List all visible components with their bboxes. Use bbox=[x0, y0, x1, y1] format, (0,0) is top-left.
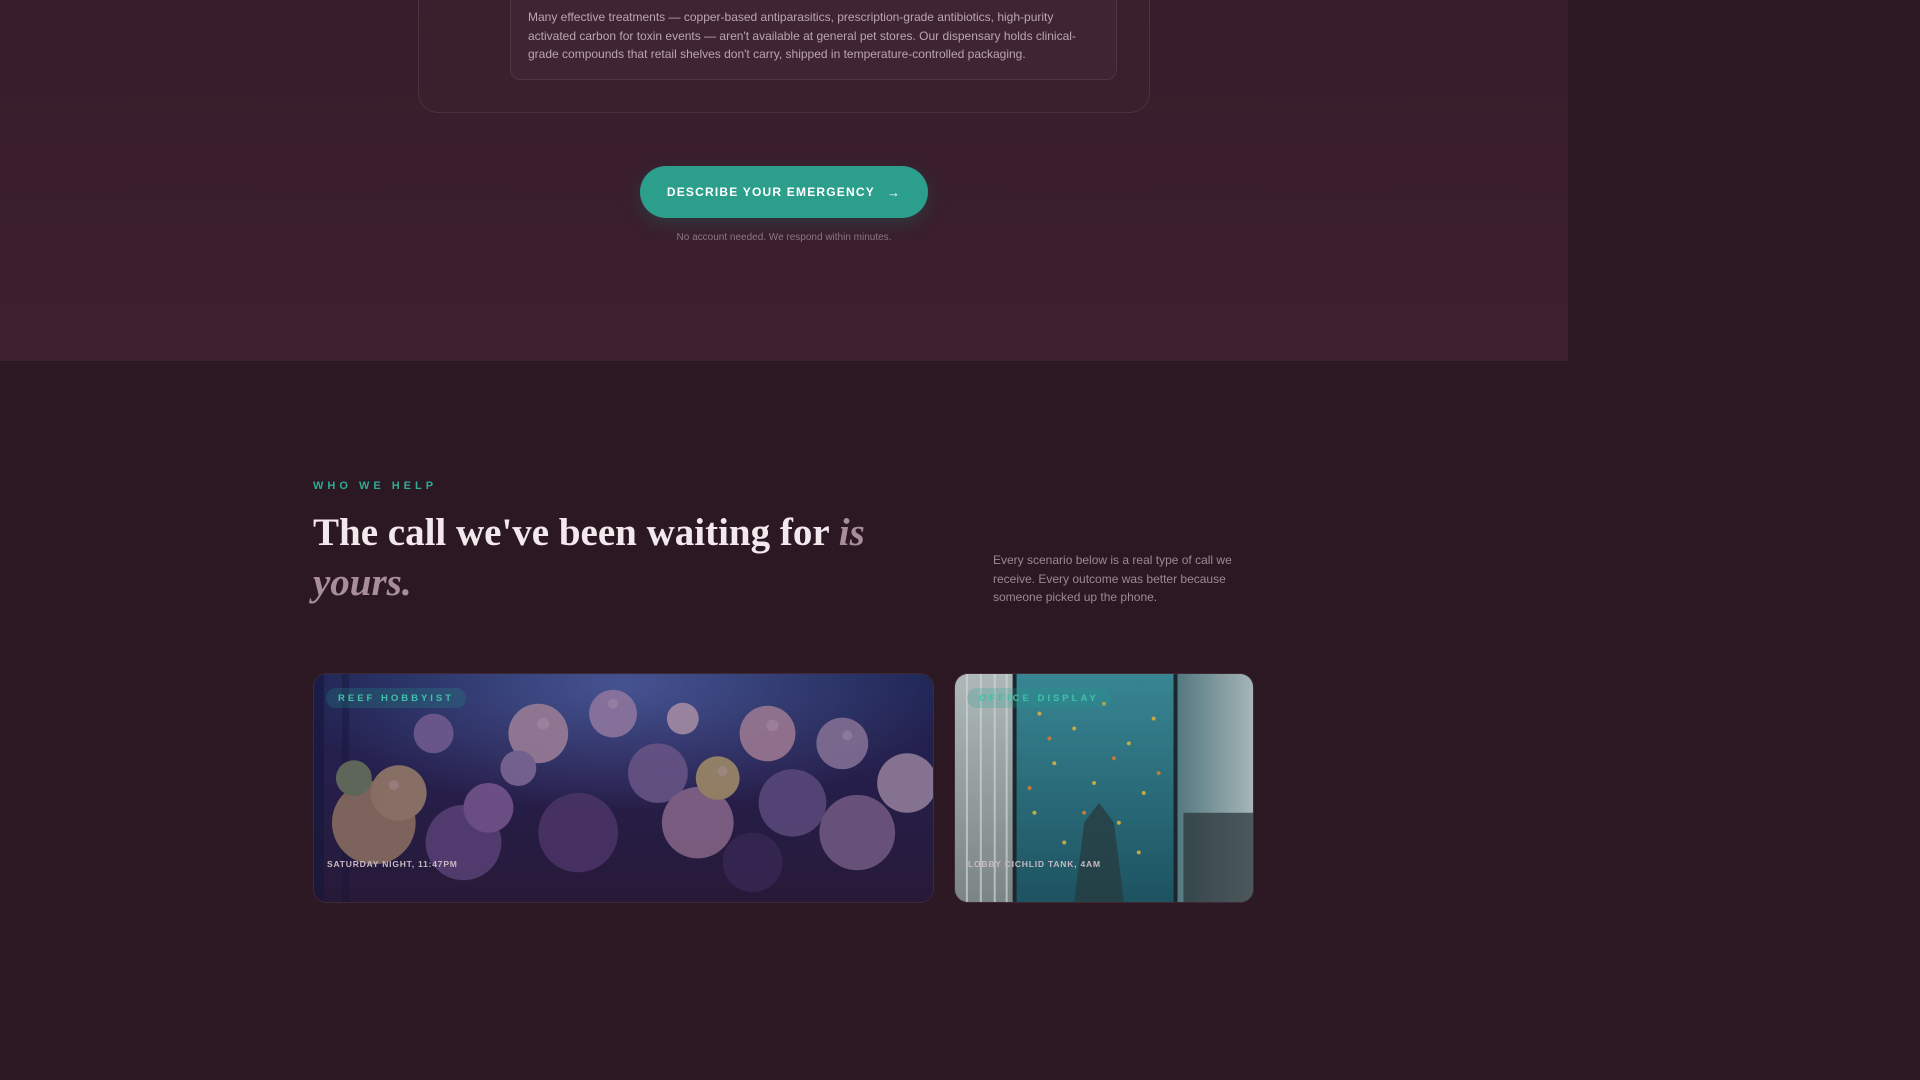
treatment-note-text: Many effective treatments — copper-based… bbox=[528, 10, 1076, 61]
cta-label: DESCRIBE YOUR EMERGENCY bbox=[666, 185, 875, 199]
card-caption-office: LOBBY CICHLID TANK, 4AM bbox=[968, 859, 1101, 869]
card-caption-reef: SATURDAY NIGHT, 11:47PM bbox=[327, 859, 458, 869]
cta-note: No account needed. We respond within min… bbox=[676, 232, 892, 243]
scenario-card-office[interactable]: OFFICE DISPLAY LOBBY CICHLID TANK, 4AM bbox=[954, 673, 1254, 903]
scenario-card-reef[interactable]: REEF HOBBYIST SATURDAY NIGHT, 11:47PM bbox=[313, 673, 934, 903]
section-intro: Every scenario below is a real type of c… bbox=[993, 553, 1232, 604]
arrow-right-icon: → bbox=[886, 184, 902, 200]
card-tag-reef: REEF HOBBYIST bbox=[326, 688, 467, 708]
describe-emergency-button[interactable]: DESCRIBE YOUR EMERGENCY → bbox=[640, 166, 928, 218]
section-eyebrow: WHO WE HELP bbox=[313, 480, 438, 492]
card-tag-office: OFFICE DISPLAY bbox=[967, 688, 1111, 708]
headline-main: The call we've been waiting for bbox=[313, 511, 839, 554]
section-headline: The call we've been waiting for is yours… bbox=[313, 508, 953, 608]
